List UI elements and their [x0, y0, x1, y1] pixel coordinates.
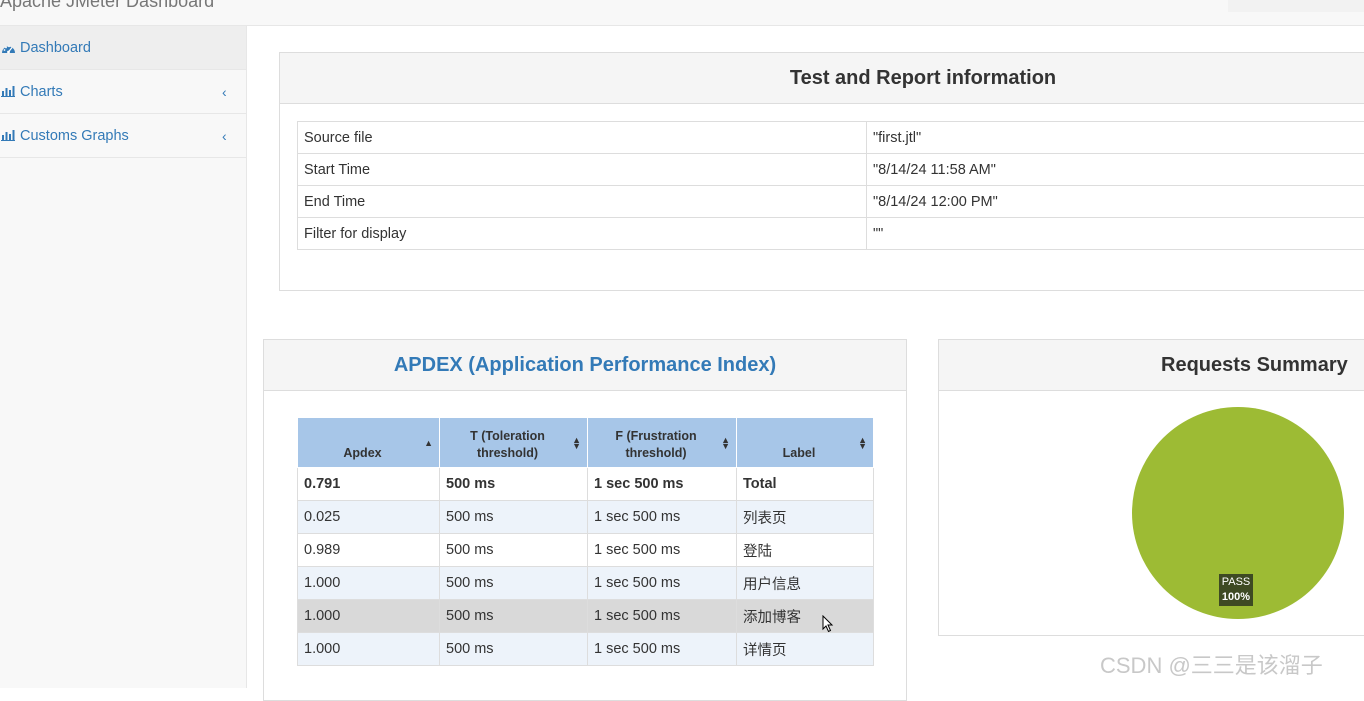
table-row: End Time "8/14/24 12:00 PM"	[298, 186, 1364, 218]
toleration-value: 500 ms	[440, 600, 588, 633]
apdex-value: 0.989	[298, 534, 440, 567]
panel-title: Requests Summary	[1161, 354, 1348, 377]
apdex-value: 0.025	[298, 501, 440, 534]
sidebar-item-label: Dashboard	[20, 40, 91, 56]
label-value: 添加博客	[737, 600, 874, 633]
column-header-label-line: T (Toleration	[470, 429, 545, 443]
table-cell-key: Source file	[298, 122, 867, 154]
column-header-toleration[interactable]: T (Toleration threshold) ▲▼	[440, 418, 588, 468]
table-cell-key: Start Time	[298, 154, 867, 186]
apdex-value: 1.000	[298, 600, 440, 633]
label-value: 用户信息	[737, 567, 874, 600]
apdex-value: 1.000	[298, 567, 440, 600]
sort-both-icon: ▲▼	[572, 437, 581, 449]
table-cell-value: ""	[867, 218, 1364, 250]
navbar-right-area	[1228, 0, 1364, 12]
frustration-value: 1 sec 500 ms	[588, 633, 737, 666]
csdn-watermark: CSDN @三三是该溜子	[1100, 648, 1323, 680]
label-value: 详情页	[737, 633, 874, 666]
table-row: Source file "first.jtl"	[298, 122, 1364, 154]
chevron-left-icon[interactable]: ‹	[222, 128, 227, 144]
table-cell-key: End Time	[298, 186, 867, 218]
bar-chart-icon	[1, 129, 17, 143]
label-value: Total	[737, 468, 874, 501]
apdex-table: Apdex ▲ T (Toleration threshold) ▲▼ F (F…	[297, 417, 874, 666]
table-header-row: Apdex ▲ T (Toleration threshold) ▲▼ F (F…	[298, 418, 874, 468]
toleration-value: 500 ms	[440, 534, 588, 567]
table-row: 1.000 500 ms 1 sec 500 ms 用户信息	[298, 567, 874, 600]
mouse-cursor-icon	[822, 615, 834, 633]
table-cell-value: "first.jtl"	[867, 122, 1364, 154]
sidebar-item-charts[interactable]: Charts ‹	[0, 70, 246, 114]
column-header-label-col[interactable]: Label ▲▼	[737, 418, 874, 468]
top-navbar: Apache JMeter Dashboard	[0, 0, 1364, 26]
column-header-label-line: F (Frustration	[615, 429, 696, 443]
frustration-value: 1 sec 500 ms	[588, 468, 737, 501]
label-value: 登陆	[737, 534, 874, 567]
sort-both-icon: ▲▼	[858, 437, 867, 449]
panel-heading: APDEX (Application Performance Index)	[264, 340, 906, 391]
sort-both-icon: ▲▼	[721, 437, 730, 449]
frustration-value: 1 sec 500 ms	[588, 567, 737, 600]
sort-ascending-icon: ▲	[424, 440, 433, 446]
dashboard-icon	[1, 41, 17, 55]
sidebar-item-dashboard[interactable]: Dashboard	[0, 26, 246, 70]
chevron-left-icon[interactable]: ‹	[222, 84, 227, 100]
report-info-table: Source file "first.jtl" Start Time "8/14…	[297, 121, 1364, 250]
table-row: Filter for display ""	[298, 218, 1364, 250]
pie-label-name: PASS	[1221, 575, 1251, 590]
apdex-value: 1.000	[298, 633, 440, 666]
toleration-value: 500 ms	[440, 567, 588, 600]
app-title[interactable]: Apache JMeter Dashboard	[0, 0, 214, 12]
table-row-total: 0.791 500 ms 1 sec 500 ms Total	[298, 468, 874, 501]
requests-summary-panel: Requests Summary PASS 100%	[938, 339, 1364, 636]
panel-title: Test and Report information	[790, 67, 1056, 90]
table-row: Start Time "8/14/24 11:58 AM"	[298, 154, 1364, 186]
table-cell-value: "8/14/24 11:58 AM"	[867, 154, 1364, 186]
sidebar-item-customs-graphs[interactable]: Customs Graphs ‹	[0, 114, 246, 158]
frustration-value: 1 sec 500 ms	[588, 534, 737, 567]
column-header-label-line: threshold)	[477, 446, 538, 460]
label-value: 列表页	[737, 501, 874, 534]
frustration-value: 1 sec 500 ms	[588, 600, 737, 633]
toleration-value: 500 ms	[440, 468, 588, 501]
table-row: 1.000 500 ms 1 sec 500 ms 详情页	[298, 633, 874, 666]
sidebar: Dashboard Charts ‹ Customs Graphs	[0, 26, 247, 688]
panel-heading: Test and Report information	[280, 53, 1364, 104]
table-row: 0.989 500 ms 1 sec 500 ms 登陆	[298, 534, 874, 567]
apdex-panel: APDEX (Application Performance Index) Ap…	[263, 339, 907, 701]
frustration-value: 1 sec 500 ms	[588, 501, 737, 534]
apdex-value: 0.791	[298, 468, 440, 501]
bar-chart-icon	[1, 85, 17, 99]
panel-heading: Requests Summary	[939, 340, 1364, 391]
column-header-frustration[interactable]: F (Frustration threshold) ▲▼	[588, 418, 737, 468]
report-info-panel: Test and Report information Source file …	[279, 52, 1364, 291]
sidebar-item-label: Charts	[20, 84, 63, 100]
column-header-label: Label	[783, 446, 816, 460]
column-header-apdex[interactable]: Apdex ▲	[298, 418, 440, 468]
panel-title: APDEX (Application Performance Index)	[394, 354, 776, 377]
table-row: 0.025 500 ms 1 sec 500 ms 列表页	[298, 501, 874, 534]
toleration-value: 500 ms	[440, 633, 588, 666]
toleration-value: 500 ms	[440, 501, 588, 534]
table-row-hovered: 1.000 500 ms 1 sec 500 ms 添加博客	[298, 600, 874, 633]
table-cell-key: Filter for display	[298, 218, 867, 250]
sidebar-item-label: Customs Graphs	[20, 128, 129, 144]
column-header-label: Apdex	[343, 446, 381, 460]
pie-label: PASS 100%	[1219, 574, 1253, 606]
table-cell-value: "8/14/24 12:00 PM"	[867, 186, 1364, 218]
pie-label-percent: 100%	[1221, 590, 1251, 605]
column-header-label-line: threshold)	[625, 446, 686, 460]
